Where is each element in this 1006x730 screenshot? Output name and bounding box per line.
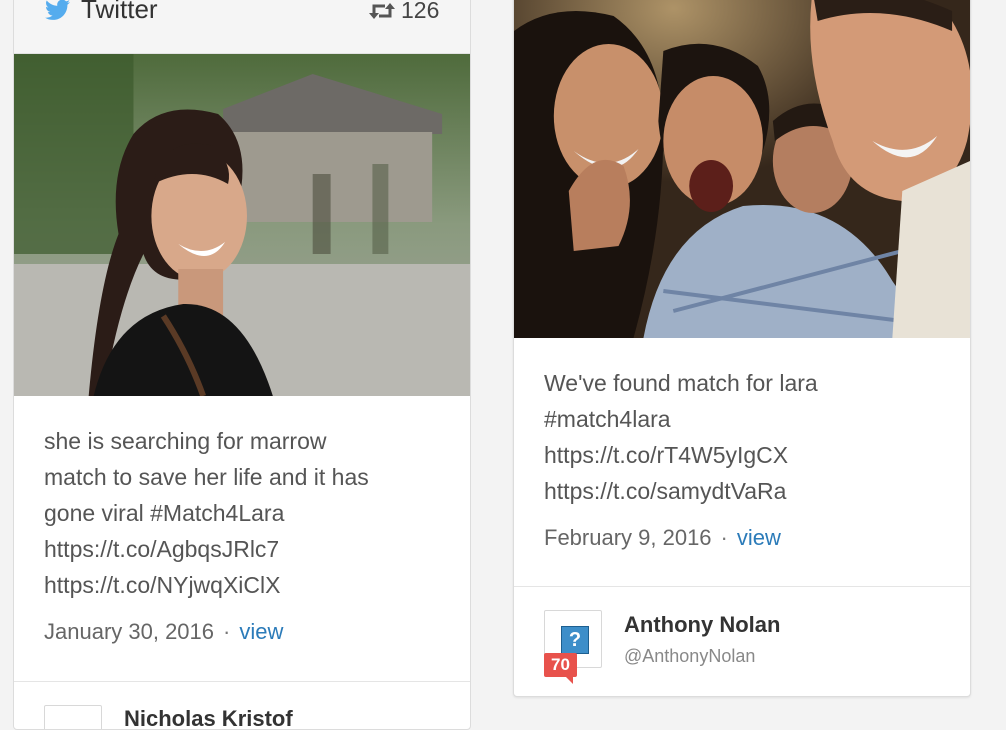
- tweet-photo[interactable]: [514, 0, 970, 338]
- meta-separator: ·: [223, 619, 231, 644]
- retweet-count: 126: [401, 0, 440, 23]
- source-name: Twitter: [81, 0, 158, 24]
- group-selfie-image: [514, 0, 970, 338]
- meta-separator: ·: [720, 525, 728, 550]
- source-bar: Twitter 126: [14, 0, 470, 54]
- view-link[interactable]: view: [737, 525, 781, 550]
- tweet-text: she is searching for marrow match to sav…: [44, 428, 369, 598]
- author-handle[interactable]: @AnthonyNolan: [624, 646, 755, 667]
- tweet-meta: January 30, 2016 · view: [44, 619, 283, 645]
- card-divider: [14, 681, 470, 682]
- tweet-card-left: Twitter 126 she is searching for marrow …: [13, 0, 471, 730]
- default-avatar-icon: ?: [561, 626, 589, 654]
- card-divider: [514, 586, 970, 587]
- tweet-date: February 9, 2016: [544, 525, 712, 550]
- tweet-photo[interactable]: [14, 54, 470, 396]
- tweet-meta: February 9, 2016 · view: [544, 525, 781, 551]
- score-badge: 70: [544, 653, 577, 684]
- author-name[interactable]: Nicholas Kristof: [124, 706, 293, 729]
- avatar[interactable]: [44, 705, 102, 729]
- retweet-icon: [369, 3, 395, 19]
- avatar[interactable]: ? 70: [544, 610, 602, 684]
- tweet-text: We've found match for lara #match4lara h…: [544, 370, 818, 504]
- view-link[interactable]: view: [239, 619, 283, 644]
- author-name[interactable]: Anthony Nolan: [624, 612, 780, 638]
- tweet-date: January 30, 2016: [44, 619, 215, 644]
- tweet-card-right: We've found match for lara #match4lara h…: [513, 0, 971, 697]
- twitter-bird-icon: [45, 0, 70, 20]
- woman-photo-image: [14, 54, 470, 396]
